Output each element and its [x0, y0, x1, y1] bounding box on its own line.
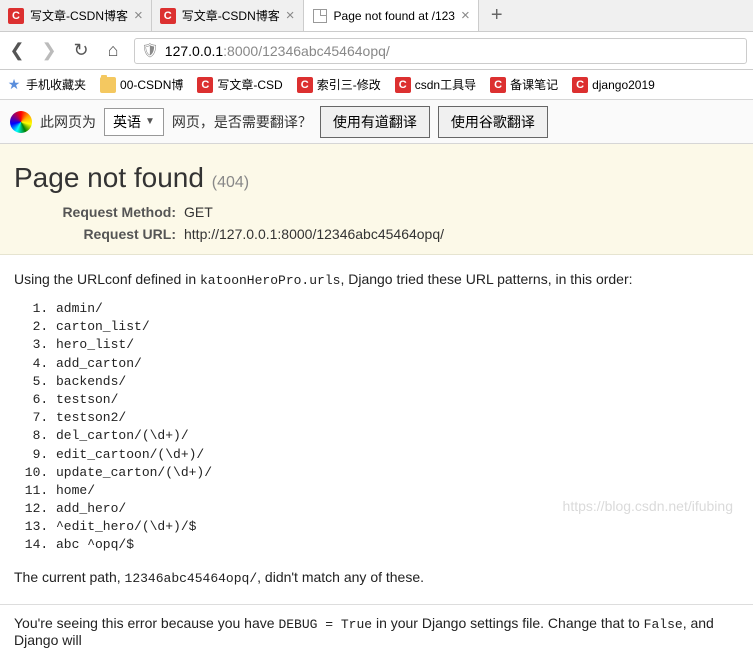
translate-suffix: 网页，是否需要翻译？	[172, 112, 312, 132]
request-method-value: GET	[184, 204, 213, 220]
shield-icon: 🛡	[141, 42, 159, 59]
bookmark-label: 写文章-CSD	[217, 76, 282, 93]
bookmark-label: 备课笔记	[510, 76, 558, 93]
bookmark-item[interactable]: C写文章-CSD	[197, 76, 282, 93]
bookmarks-bar: ★手机收藏夹00-CSDN博C写文章-CSDC索引三-修改Ccsdn工具导C备课…	[0, 70, 753, 100]
csdn-favicon: C	[297, 77, 313, 93]
url-pattern-item: carton_list/	[56, 318, 739, 336]
close-icon[interactable]: ×	[461, 8, 470, 23]
bookmark-label: 手机收藏夹	[26, 76, 86, 93]
url-pattern-item: ^edit_hero/(\d+)/$	[56, 518, 739, 536]
url-pattern-item: del_carton/(\d+)/	[56, 427, 739, 445]
folder-icon	[100, 77, 116, 93]
forward-button[interactable]: ❯	[38, 40, 60, 61]
request-url-label: Request URL:	[14, 226, 184, 242]
url-pattern-list: admin/carton_list/hero_list/add_carton/b…	[56, 300, 739, 555]
translate-bar: 此网页为 英语 ▼ 网页，是否需要翻译？ 使用有道翻译 使用谷歌翻译	[0, 100, 753, 144]
browser-tab[interactable]: C 写文章-CSDN博客 ×	[152, 0, 304, 31]
reload-button[interactable]: ↻	[70, 40, 92, 61]
csdn-favicon: C	[490, 77, 506, 93]
status-code: (404)	[212, 174, 249, 191]
youdao-translate-button[interactable]: 使用有道翻译	[320, 106, 430, 138]
bookmark-label: csdn工具导	[415, 76, 476, 93]
csdn-favicon: C	[197, 77, 213, 93]
page-title: Page not found (404)	[14, 162, 739, 194]
error-content: Using the URLconf defined in katoonHeroP…	[0, 255, 753, 604]
address-bar[interactable]: 🛡 127.0.0.1:8000/12346abc45464opq/	[134, 38, 747, 64]
urlconf-intro: Using the URLconf defined in katoonHeroP…	[14, 271, 739, 288]
tab-title: Page not found at /123	[334, 9, 455, 23]
browser-nav-bar: ❮ ❯ ↻ ⌂ 🛡 127.0.0.1:8000/12346abc45464op…	[0, 32, 753, 70]
request-method-row: Request Method: GET	[14, 204, 739, 220]
star-icon: ★	[6, 77, 22, 93]
url-pattern-item: backends/	[56, 373, 739, 391]
csdn-favicon: C	[160, 8, 176, 24]
close-icon[interactable]: ×	[286, 8, 295, 23]
home-button[interactable]: ⌂	[102, 40, 124, 61]
csdn-favicon: C	[572, 77, 588, 93]
page-favicon	[312, 8, 328, 24]
url-pattern-item: edit_cartoon/(\d+)/	[56, 446, 739, 464]
bookmark-label: 00-CSDN博	[120, 76, 183, 93]
bookmark-item[interactable]: Ccsdn工具导	[395, 76, 476, 93]
no-match-text: The current path, 12346abc45464opq/, did…	[14, 569, 739, 586]
browser-tabs-bar: C 写文章-CSDN博客 × C 写文章-CSDN博客 × Page not f…	[0, 0, 753, 32]
browser-tab-active[interactable]: Page not found at /123 ×	[304, 0, 479, 31]
tab-title: 写文章-CSDN博客	[182, 7, 280, 24]
url-pattern-item: add_hero/	[56, 500, 739, 518]
csdn-favicon: C	[395, 77, 411, 93]
bookmark-label: 索引三-修改	[317, 76, 381, 93]
request-method-label: Request Method:	[14, 204, 184, 220]
request-url-row: Request URL: http://127.0.0.1:8000/12346…	[14, 226, 739, 242]
url-pattern-item: update_carton/(\d+)/	[56, 464, 739, 482]
google-translate-button[interactable]: 使用谷歌翻译	[438, 106, 548, 138]
color-wheel-icon	[10, 111, 32, 133]
url-pattern-item: testson/	[56, 391, 739, 409]
browser-tab[interactable]: C 写文章-CSDN博客 ×	[0, 0, 152, 31]
translate-prefix: 此网页为	[40, 112, 96, 132]
url-pattern-item: abc ^opq/$	[56, 536, 739, 554]
url-pattern-item: admin/	[56, 300, 739, 318]
close-icon[interactable]: ×	[134, 8, 143, 23]
debug-note: You're seeing this error because you hav…	[0, 604, 753, 648]
url-pattern-item: home/	[56, 482, 739, 500]
bookmark-item[interactable]: Cdjango2019	[572, 77, 655, 93]
tab-title: 写文章-CSDN博客	[30, 7, 128, 24]
url-text: 127.0.0.1:8000/12346abc45464opq/	[165, 43, 740, 59]
chevron-down-icon: ▼	[145, 116, 155, 127]
bookmark-item[interactable]: ★手机收藏夹	[6, 76, 86, 93]
url-pattern-item: testson2/	[56, 409, 739, 427]
bookmark-item[interactable]: C索引三-修改	[297, 76, 381, 93]
bookmark-item[interactable]: 00-CSDN博	[100, 76, 183, 93]
request-url-value: http://127.0.0.1:8000/12346abc45464opq/	[184, 226, 444, 242]
back-button[interactable]: ❮	[6, 40, 28, 61]
language-select[interactable]: 英语 ▼	[104, 108, 164, 136]
new-tab-button[interactable]: +	[479, 0, 515, 31]
bookmark-label: django2019	[592, 78, 655, 92]
url-pattern-item: add_carton/	[56, 355, 739, 373]
bookmark-item[interactable]: C备课笔记	[490, 76, 558, 93]
url-pattern-item: hero_list/	[56, 336, 739, 354]
csdn-favicon: C	[8, 8, 24, 24]
error-header: Page not found (404) Request Method: GET…	[0, 144, 753, 255]
